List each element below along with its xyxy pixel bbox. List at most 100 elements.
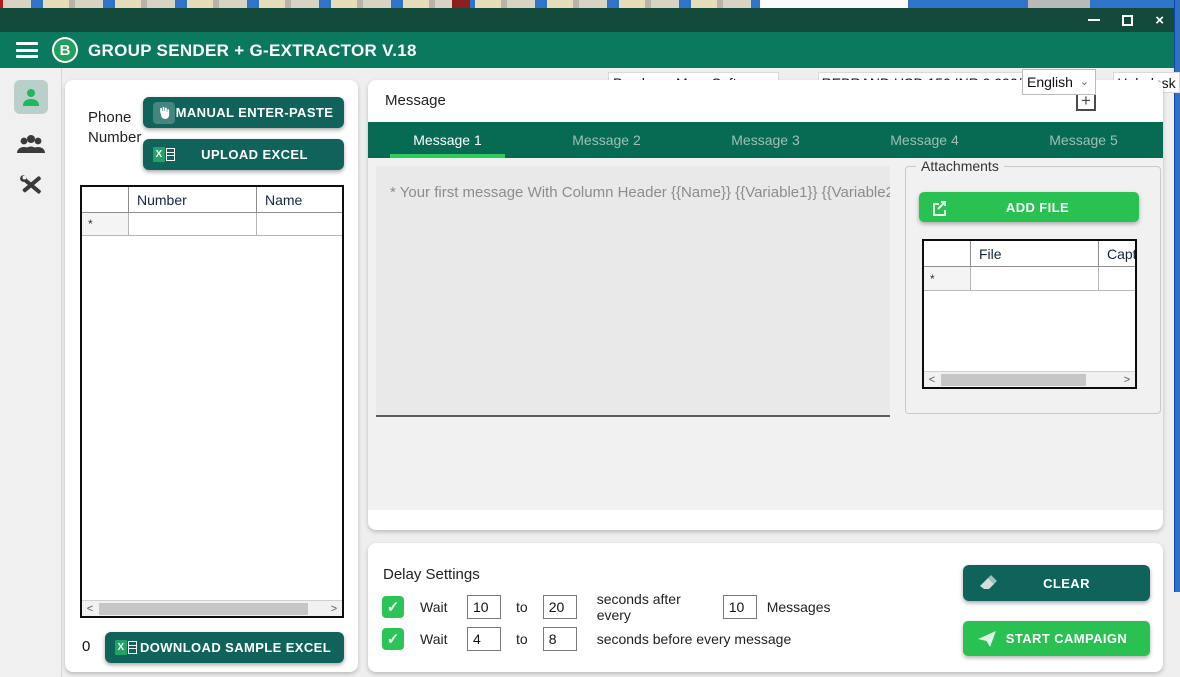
to-label: to: [516, 631, 528, 647]
delay-checkbox-1[interactable]: ✓: [382, 596, 404, 618]
delay-settings-panel: Delay Settings ✓ Wait to seconds after e…: [368, 543, 1163, 672]
upload-excel-label: UPLOAD EXCEL: [175, 147, 334, 162]
background-toolbar-strip: [3, 0, 760, 8]
name-cell[interactable]: [257, 213, 342, 235]
tab-message-2[interactable]: Message 2: [527, 122, 686, 158]
app-title: GROUP SENDER + G-EXTRACTOR V.18: [88, 41, 417, 61]
background-window-sliver: [0, 0, 1180, 8]
file-cell[interactable]: [971, 267, 1099, 290]
start-campaign-label: START CAMPAIGN: [997, 631, 1136, 646]
add-file-label: ADD FILE: [948, 200, 1127, 215]
tab-message-4[interactable]: Message 4: [845, 122, 1004, 158]
tools-icon: [17, 171, 45, 199]
upload-excel-button[interactable]: X UPLOAD EXCEL: [143, 139, 344, 170]
hand-icon: [153, 102, 175, 124]
attach-col-caption: Caption: [1099, 241, 1135, 266]
download-sample-excel-label: DOWNLOAD SAMPLE EXCEL: [137, 640, 334, 655]
scrollbar-thumb[interactable]: [99, 603, 308, 615]
close-icon[interactable]: ×: [1155, 13, 1164, 28]
window-titlebar: ×: [0, 8, 1174, 32]
attachments-box: Attachments ADD FILE File Caption *: [905, 166, 1161, 414]
person-icon: [19, 85, 43, 109]
phone-table-hscrollbar[interactable]: < >: [82, 600, 342, 616]
attach-col-file: File: [971, 241, 1099, 266]
scroll-right-icon[interactable]: >: [1119, 372, 1135, 388]
tab-message-1[interactable]: Message 1: [368, 122, 527, 158]
before-every-label: seconds before every message: [597, 631, 792, 647]
chevron-down-icon: ⌄: [1080, 75, 1089, 88]
excel-icon: X: [153, 147, 175, 162]
message-panel-title: Message: [385, 92, 446, 109]
attachments-hscrollbar[interactable]: < >: [924, 371, 1135, 387]
phone-number-table[interactable]: Number Name * < >: [80, 185, 344, 618]
app-logo: B: [52, 37, 78, 63]
group-icon: [16, 132, 46, 158]
background-red-block: [0, 0, 3, 8]
app-header: B GROUP SENDER + G-EXTRACTOR V.18 Purcha…: [0, 32, 1174, 68]
phone-col-marker: [82, 187, 129, 212]
wait-to-input[interactable]: [543, 627, 577, 651]
start-campaign-button[interactable]: START CAMPAIGN: [963, 621, 1150, 656]
message-panel: Message + Message 1 Message 2 Message 3 …: [368, 80, 1163, 530]
sidebar-item-tools[interactable]: [14, 168, 48, 202]
clear-button[interactable]: CLEAR: [963, 565, 1150, 601]
tab-message-5[interactable]: Message 5: [1004, 122, 1163, 158]
message-tabbar: Message 1 Message 2 Message 3 Message 4 …: [368, 122, 1163, 158]
message-editor[interactable]: * Your first message With Column Header …: [376, 166, 890, 417]
add-file-button[interactable]: ADD FILE: [919, 192, 1139, 222]
attach-col-marker: [924, 241, 971, 266]
send-icon: [977, 630, 997, 648]
number-cell[interactable]: [129, 213, 257, 235]
background-icons-block: [1028, 0, 1090, 8]
phone-col-name: Name: [257, 187, 342, 212]
after-every-label: seconds after every: [597, 591, 719, 623]
delay-row-before-message: ✓ Wait to seconds before every message: [382, 626, 791, 652]
minimize-icon[interactable]: [1088, 19, 1100, 21]
manual-enter-paste-button[interactable]: MANUAL ENTER-PASTE: [143, 97, 344, 128]
wait-label: Wait: [420, 599, 464, 615]
caption-cell[interactable]: [1099, 267, 1135, 290]
scrollbar-thumb[interactable]: [941, 374, 1086, 386]
wait-to-input[interactable]: [543, 595, 577, 619]
tab-message-3[interactable]: Message 3: [686, 122, 845, 158]
attachments-table-header: File Caption: [924, 241, 1135, 267]
manual-enter-paste-label: MANUAL ENTER-PASTE: [175, 105, 334, 120]
eraser-icon: [977, 574, 997, 592]
scroll-left-icon[interactable]: <: [82, 601, 98, 617]
open-file-icon: [931, 199, 948, 216]
clear-label: CLEAR: [997, 576, 1136, 591]
phone-number-panel: Phone Number MANUAL ENTER-PASTE X UPLOAD…: [65, 80, 358, 672]
row-marker: *: [82, 213, 129, 235]
phone-number-label: Phone Number: [88, 108, 150, 147]
attachments-title: Attachments: [916, 158, 1004, 174]
language-selected-value: English: [1027, 74, 1073, 90]
messages-label: Messages: [767, 599, 831, 615]
background-red-block-2: [452, 0, 470, 8]
sidebar: [0, 68, 62, 677]
excel-icon: X: [115, 640, 137, 655]
attachments-table[interactable]: File Caption * < >: [922, 239, 1137, 389]
menu-icon[interactable]: [16, 40, 40, 60]
messages-count-input[interactable]: [723, 595, 757, 619]
delay-row-after-messages: ✓ Wait to seconds after every Messages: [382, 594, 831, 620]
phone-table-header: Number Name: [82, 187, 342, 213]
message-tab-content: * Your first message With Column Header …: [368, 158, 1163, 510]
logo-letter: B: [54, 39, 76, 61]
background-white-block: [760, 0, 908, 8]
sidebar-item-contacts[interactable]: [14, 80, 48, 114]
contact-count: 0: [82, 638, 90, 655]
delay-checkbox-2[interactable]: ✓: [382, 628, 404, 650]
to-label: to: [516, 599, 528, 615]
language-select[interactable]: English ⌄: [1022, 69, 1096, 95]
table-row[interactable]: *: [82, 213, 342, 236]
delay-settings-title: Delay Settings: [383, 566, 480, 583]
scroll-left-icon[interactable]: <: [924, 372, 940, 388]
download-sample-excel-button[interactable]: X DOWNLOAD SAMPLE EXCEL: [105, 632, 344, 663]
wait-from-input[interactable]: [467, 595, 501, 619]
sidebar-item-groups[interactable]: [14, 128, 48, 162]
table-row[interactable]: *: [924, 267, 1135, 291]
maximize-icon[interactable]: [1122, 15, 1133, 26]
wait-label: Wait: [420, 631, 464, 647]
scroll-right-icon[interactable]: >: [326, 601, 342, 617]
wait-from-input[interactable]: [467, 627, 501, 651]
